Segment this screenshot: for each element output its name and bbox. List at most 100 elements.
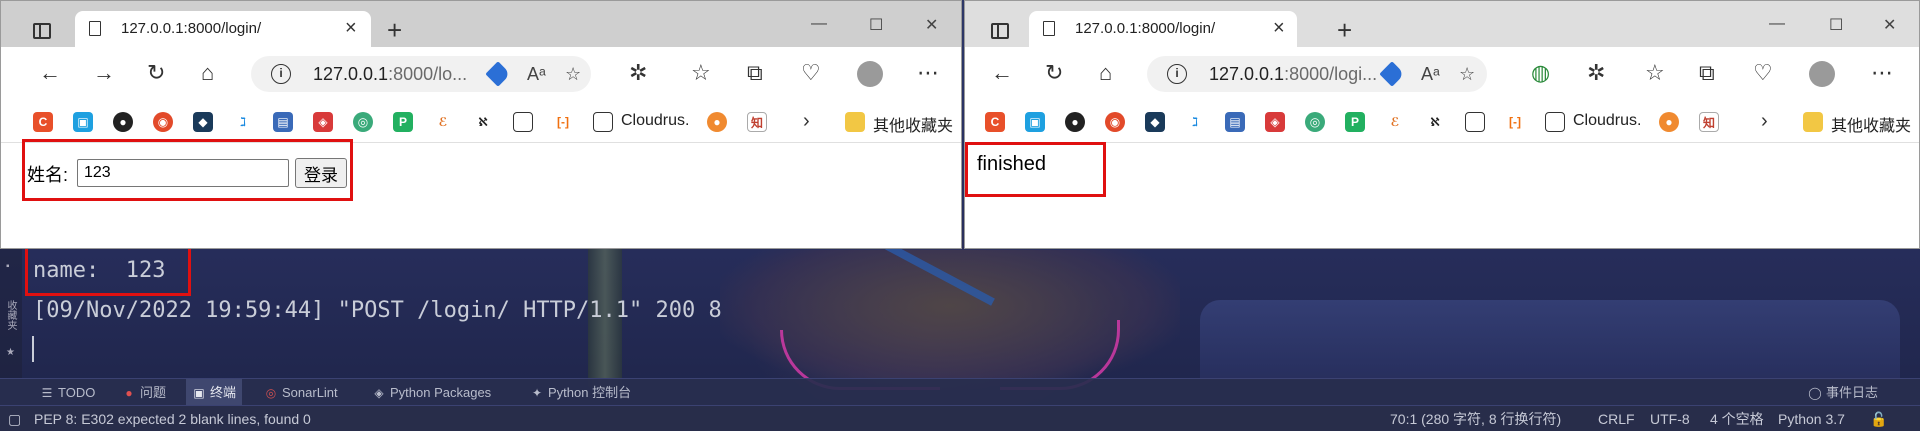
minimize-icon[interactable]: — [811, 15, 827, 33]
close-icon[interactable]: × [345, 17, 357, 40]
github-icon[interactable]: ● [1065, 112, 1085, 132]
info-icon[interactable]: i [271, 64, 291, 84]
more-icon[interactable]: ⋯ [917, 61, 939, 85]
maximize-icon[interactable]: ☐ [869, 15, 883, 35]
panel-toggle-icon[interactable]: ▢ [8, 406, 21, 431]
new-tab-icon[interactable]: + [1337, 15, 1352, 46]
tag-icon[interactable] [485, 61, 511, 87]
site-icon[interactable]: ◆ [1145, 112, 1165, 132]
add-favorite-icon[interactable]: ☆ [565, 64, 581, 85]
extensions-icon[interactable]: ✲ [1587, 61, 1605, 85]
file-encoding[interactable]: UTF-8 [1650, 406, 1690, 431]
structure-icon[interactable]: ▪ [6, 262, 16, 272]
profile-avatar[interactable] [1809, 61, 1835, 87]
add-favorite-icon[interactable]: ☆ [1459, 64, 1475, 85]
site-icon[interactable]: 知 [1699, 112, 1719, 132]
status-message[interactable]: PEP 8: E302 expected 2 blank lines, foun… [34, 406, 311, 431]
back-icon[interactable]: ← [39, 61, 61, 85]
favorites-label[interactable]: 收藏夹 [3, 300, 18, 330]
site-icon[interactable]: P [1345, 112, 1365, 132]
site-icon[interactable]: ◉ [153, 112, 173, 132]
browser-tab[interactable]: 127.0.0.1:8000/login/ × [1029, 11, 1297, 47]
refresh-icon[interactable]: ↻ [147, 61, 165, 85]
extensions-icon[interactable]: ✲ [629, 61, 647, 85]
minimize-icon[interactable]: — [1769, 15, 1785, 33]
window-close-icon[interactable]: ✕ [925, 15, 938, 35]
page-icon[interactable] [1545, 112, 1565, 132]
line-separator[interactable]: CRLF [1598, 406, 1635, 431]
favorites-icon[interactable]: ☆ [1645, 61, 1665, 85]
favorites-icon[interactable]: ☆ [691, 61, 711, 85]
tab-terminal[interactable]: ▣ 终端 [186, 379, 243, 406]
site-icon[interactable]: ◈ [1265, 112, 1285, 132]
tab-actions-icon[interactable] [33, 23, 51, 39]
python-interpreter[interactable]: Python 3.7 [1778, 406, 1845, 431]
site-icon[interactable]: 知 [747, 112, 767, 132]
bilibili-icon[interactable]: ▣ [1025, 112, 1045, 132]
folder-icon[interactable] [1803, 112, 1823, 132]
site-icon[interactable]: ◈ [313, 112, 333, 132]
site-icon[interactable]: [-] [553, 112, 573, 132]
favorite-cloudrus[interactable]: Cloudrus. [621, 112, 689, 130]
page-icon[interactable] [1465, 112, 1485, 132]
collections-icon[interactable]: ⧉ [1699, 61, 1715, 85]
tab-todo[interactable]: ☰ TODO [40, 379, 96, 406]
site-icon[interactable]: ● [707, 112, 727, 132]
csdn-icon[interactable]: C [985, 112, 1005, 132]
site-icon[interactable]: ℷ [233, 112, 253, 132]
info-icon[interactable]: i [1167, 64, 1187, 84]
more-icon[interactable]: ⋯ [1871, 61, 1893, 85]
site-icon[interactable]: ◆ [193, 112, 213, 132]
maximize-icon[interactable]: ☐ [1829, 15, 1843, 35]
home-icon[interactable]: ⌂ [1099, 61, 1112, 85]
page-icon[interactable] [593, 112, 613, 132]
address-bar[interactable]: i 127.0.0.1:8000/lo... Aᵃ ☆ [251, 56, 591, 92]
tab-problems[interactable]: ● 问题 [122, 379, 166, 406]
window-close-icon[interactable]: ✕ [1883, 15, 1896, 35]
address-bar[interactable]: i 127.0.0.1:8000/logi... Aᵃ ☆ [1147, 56, 1487, 92]
tab-event-log[interactable]: ◯ 事件日志 [1808, 379, 1878, 406]
site-icon[interactable]: ℵ [1425, 112, 1445, 132]
chevron-right-icon[interactable]: › [803, 110, 810, 133]
refresh-icon[interactable]: ↻ [1045, 61, 1063, 85]
tab-python-packages[interactable]: ◈ Python Packages [372, 379, 491, 406]
browser-essentials-icon[interactable]: ♡ [801, 61, 821, 85]
tab-sonarlint[interactable]: ◎ SonarLint [264, 379, 338, 406]
close-icon[interactable]: × [1273, 17, 1285, 40]
site-icon[interactable]: ● [1659, 112, 1679, 132]
site-icon[interactable]: ▤ [273, 112, 293, 132]
site-icon[interactable]: ▤ [1225, 112, 1245, 132]
site-icon[interactable]: ◎ [353, 112, 373, 132]
favorite-other-folder[interactable]: 其他收藏夹 [1831, 112, 1911, 136]
csdn-icon[interactable]: C [33, 112, 53, 132]
forward-icon[interactable]: → [93, 61, 115, 85]
github-icon[interactable]: ● [113, 112, 133, 132]
site-icon[interactable]: ℷ [1185, 112, 1205, 132]
site-icon[interactable]: ℰ [433, 112, 453, 132]
caret-position[interactable]: 70:1 (280 字符, 8 行换行符) [1390, 406, 1561, 431]
tag-icon[interactable] [1379, 61, 1405, 87]
favorite-other-folder[interactable]: 其他收藏夹 [873, 112, 953, 136]
login-button[interactable]: 登录 [295, 158, 347, 188]
site-icon[interactable]: P [393, 112, 413, 132]
home-icon[interactable]: ⌂ [201, 61, 214, 85]
profile-avatar[interactable] [857, 61, 883, 87]
name-input[interactable] [77, 159, 289, 187]
site-icon[interactable]: ◎ [1305, 112, 1325, 132]
star-icon[interactable]: ★ [6, 348, 16, 358]
read-aloud-icon[interactable]: Aᵃ [1421, 64, 1440, 85]
favorite-cloudrus[interactable]: Cloudrus. [1573, 112, 1641, 130]
chevron-right-icon[interactable]: › [1761, 110, 1768, 133]
new-tab-icon[interactable]: + [387, 15, 402, 46]
site-icon[interactable]: ℰ [1385, 112, 1405, 132]
site-icon[interactable]: ◉ [1105, 112, 1125, 132]
read-aloud-icon[interactable]: Aᵃ [527, 64, 546, 85]
bilibili-icon[interactable]: ▣ [73, 112, 93, 132]
page-icon[interactable] [513, 112, 533, 132]
browser-tab[interactable]: 127.0.0.1:8000/login/ × [75, 11, 371, 47]
extension-globe-icon[interactable]: ◍ [1531, 61, 1550, 85]
lock-icon[interactable]: 🔓 [1870, 406, 1887, 431]
folder-icon[interactable] [845, 112, 865, 132]
indent-setting[interactable]: 4 个空格 [1710, 406, 1764, 431]
tab-python-console[interactable]: ✦ Python 控制台 [530, 379, 631, 406]
